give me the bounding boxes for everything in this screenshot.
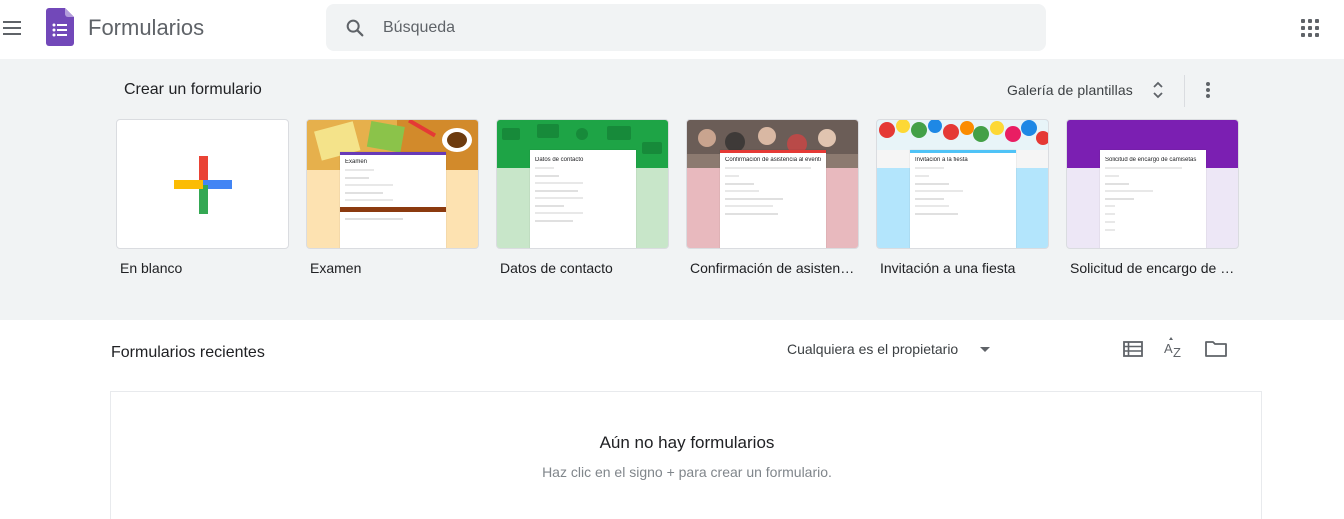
- apps-grid-icon[interactable]: [1300, 12, 1328, 40]
- template-form-preview: Examen: [340, 152, 446, 248]
- empty-state-title: Aún no hay formularios: [599, 433, 775, 452]
- template-label: Solicitud de encargo de camisetas: [1070, 260, 1238, 276]
- sort-az-icon[interactable]: A Z: [1161, 336, 1187, 362]
- recent-forms-title: Formularios recientes: [111, 344, 265, 361]
- empty-state-card: Aún no hay formularios Haz clic en el si…: [110, 391, 1262, 519]
- unfold-more-icon: [1153, 81, 1163, 99]
- list-view-icon[interactable]: [1120, 336, 1146, 362]
- template-label: Examen: [310, 260, 362, 276]
- template-thumbnail[interactable]: Confirmación de asistencia al evento: [686, 119, 859, 249]
- template-label: En blanco: [120, 260, 183, 276]
- search-icon[interactable]: [344, 17, 366, 39]
- template-thumbnail[interactable]: [116, 119, 289, 249]
- template-gallery-section: Crear un formulario Galería de plantilla…: [0, 59, 1344, 320]
- template-thumbnail[interactable]: Solicitud de encargo de camisetas: [1066, 119, 1239, 249]
- form-preview-title: Examen: [345, 159, 368, 165]
- app-title[interactable]: Formularios: [88, 15, 204, 41]
- empty-state-subtitle: Haz clic en el signo + para crear un for…: [542, 464, 832, 480]
- template-gallery-button[interactable]: Galería de plantillas: [1000, 73, 1176, 107]
- template-label: Invitación a una fiesta: [880, 260, 1016, 276]
- folder-icon[interactable]: [1203, 336, 1229, 362]
- plus-icon: [174, 156, 232, 214]
- template-thumbnail[interactable]: Examen: [306, 119, 479, 249]
- template-gallery-label: Galería de plantillas: [1007, 82, 1133, 98]
- template-label: Confirmación de asistencia al evento: [690, 260, 858, 276]
- svg-text:A: A: [1164, 341, 1173, 356]
- divider: [1184, 75, 1185, 107]
- hamburger-menu-icon[interactable]: [0, 12, 28, 44]
- form-preview-title: Solicitud de encargo de camisetas: [1105, 157, 1197, 163]
- search-input[interactable]: Búsqueda: [383, 19, 455, 37]
- template-form-preview: Solicitud de encargo de camisetas: [1100, 150, 1206, 248]
- template-form-preview: Invitación a la fiesta: [910, 150, 1016, 248]
- top-bar: Formularios Búsqueda: [0, 0, 1344, 59]
- search-bar[interactable]: Búsqueda: [326, 4, 1046, 51]
- template-label: Datos de contacto: [500, 260, 613, 276]
- dropdown-arrow-icon: [980, 347, 990, 352]
- template-form-preview: Datos de contacto: [530, 150, 636, 248]
- template-thumbnail[interactable]: Invitación a la fiesta: [876, 119, 1049, 249]
- section-title: Crear un formulario: [124, 81, 262, 98]
- form-preview-title: Invitación a la fiesta: [915, 157, 968, 163]
- form-preview-title: Confirmación de asistencia al evento: [725, 157, 821, 163]
- more-options-icon[interactable]: [1196, 75, 1220, 105]
- form-preview-title: Datos de contacto: [535, 157, 584, 163]
- svg-text:Z: Z: [1173, 345, 1181, 360]
- owner-filter-dropdown[interactable]: Cualquiera es el propietario: [787, 339, 992, 361]
- forms-logo-icon[interactable]: [46, 8, 74, 46]
- owner-filter-label: Cualquiera es el propietario: [787, 341, 959, 357]
- template-form-preview: Confirmación de asistencia al evento: [720, 150, 826, 248]
- template-thumbnail[interactable]: Datos de contacto: [496, 119, 669, 249]
